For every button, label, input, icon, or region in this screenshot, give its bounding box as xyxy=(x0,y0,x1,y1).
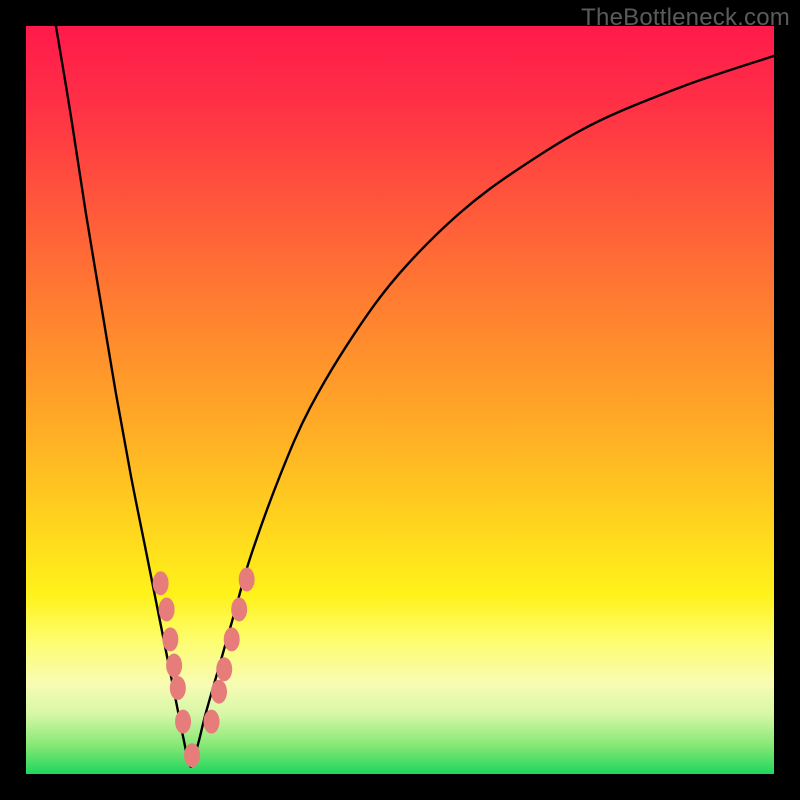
curve-layer xyxy=(26,26,774,774)
chart-frame: TheBottleneck.com xyxy=(0,0,800,800)
curve-marker xyxy=(224,627,240,651)
bottleneck-curve xyxy=(56,26,774,767)
curve-marker xyxy=(231,597,247,621)
curve-marker xyxy=(159,597,175,621)
curve-marker xyxy=(211,680,227,704)
curve-marker xyxy=(204,710,220,734)
curve-marker xyxy=(216,657,232,681)
curve-marker xyxy=(175,710,191,734)
curve-marker xyxy=(239,568,255,592)
curve-markers xyxy=(153,568,255,768)
curve-marker xyxy=(162,627,178,651)
plot-area xyxy=(26,26,774,774)
curve-marker xyxy=(166,654,182,678)
curve-marker xyxy=(153,571,169,595)
watermark-text: TheBottleneck.com xyxy=(581,4,790,32)
curve-marker xyxy=(170,676,186,700)
curve-marker xyxy=(184,743,200,767)
